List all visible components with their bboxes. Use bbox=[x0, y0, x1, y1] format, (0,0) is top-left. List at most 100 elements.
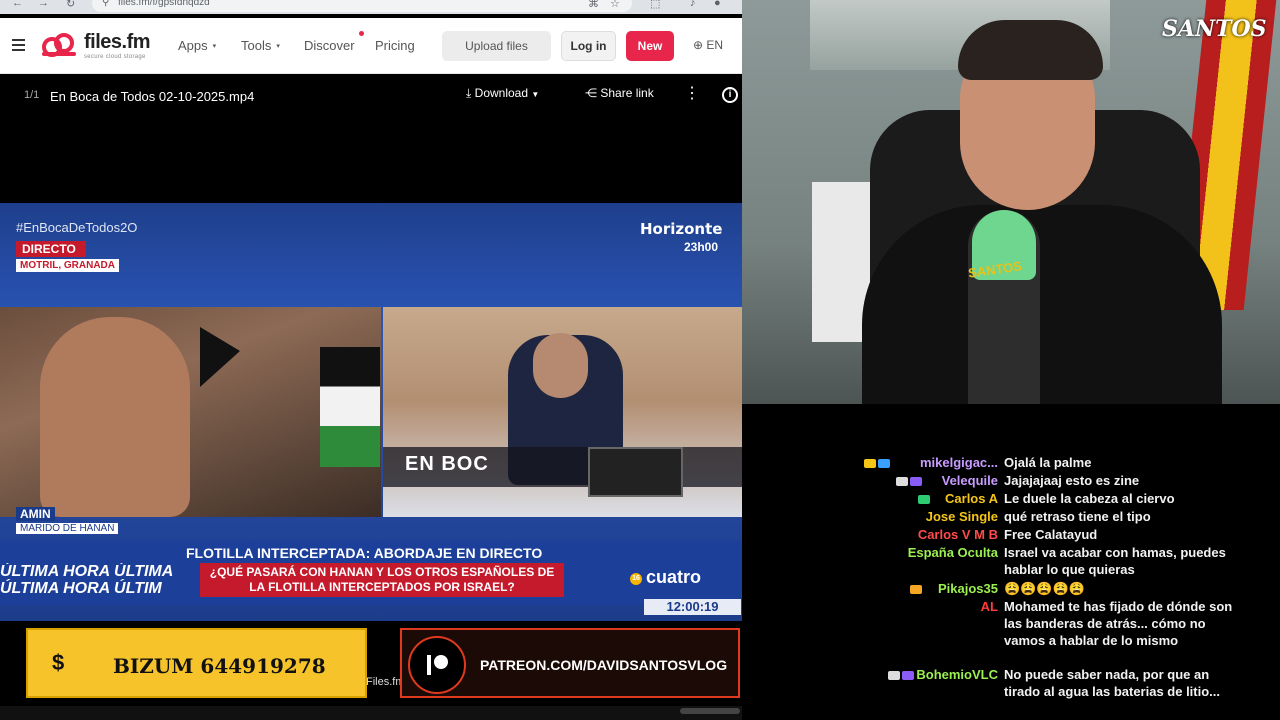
flag-shape bbox=[200, 327, 240, 387]
chat-badges bbox=[908, 583, 922, 600]
chat-username[interactable]: mikelgigac... bbox=[920, 454, 998, 471]
scrollbar-thumb[interactable] bbox=[680, 708, 740, 714]
forward-icon[interactable]: → bbox=[38, 0, 49, 9]
chat-text: 😩😩😩😩😩 bbox=[1004, 581, 1085, 596]
chat-text: Jajajajaaj esto es zine bbox=[1004, 473, 1140, 488]
download-button[interactable]: ⤓ Download ▼ bbox=[466, 86, 539, 101]
language-selector[interactable]: ⊕ EN bbox=[693, 38, 723, 52]
media-icon[interactable]: ♪ bbox=[690, 0, 696, 9]
files-fm-logo[interactable]: files.fm secure cloud storage bbox=[40, 31, 151, 62]
patreon-icon bbox=[408, 636, 466, 694]
dollar-icon: $ bbox=[52, 650, 65, 675]
notification-dot bbox=[359, 31, 364, 36]
laptop bbox=[588, 447, 683, 497]
chat-text: Mohamed te has fijado de dónde son las b… bbox=[1004, 599, 1236, 648]
user-badge-icon bbox=[902, 671, 914, 680]
file-name: En Boca de Todos 02-10-2025.mp4 bbox=[50, 89, 255, 104]
headline: FLOTILLA INTERCEPTADA: ABORDAJE EN DIREC… bbox=[186, 545, 543, 561]
more-options-icon[interactable]: ⋮ bbox=[684, 83, 700, 103]
chat-text: Le duele la cabeza al ciervo bbox=[1004, 491, 1175, 506]
files-watermark: Files.fm bbox=[366, 676, 405, 688]
menu-icon[interactable] bbox=[12, 39, 25, 51]
logo-tagline: secure cloud storage bbox=[84, 54, 146, 60]
chat-text: No puede saber nada, por que an tirado a… bbox=[1004, 667, 1221, 699]
user-badge-icon bbox=[910, 585, 922, 594]
guest-figure bbox=[40, 317, 190, 517]
browser-toolbar: ← → ↻ ⚲ files.fm/f/gpsfdnqdzd ⌘ ☆ ⬚ ♪ ● bbox=[0, 0, 742, 14]
channel-brand-logo: SANTOS bbox=[1162, 16, 1267, 42]
chat-username[interactable]: Pikajos35 bbox=[938, 580, 998, 597]
reporter-feed bbox=[0, 307, 381, 517]
extensions-icon[interactable]: ⬚ bbox=[650, 0, 660, 10]
share-icon: ⋲ bbox=[585, 86, 597, 100]
user-badge-icon bbox=[918, 495, 930, 504]
cloud-logo-icon bbox=[42, 33, 76, 57]
age-rating-badge: 16 bbox=[630, 573, 642, 585]
browser-window: ← → ↻ ⚲ files.fm/f/gpsfdnqdzd ⌘ ☆ ⬚ ♪ ● … bbox=[0, 0, 742, 720]
guest-role: MARIDO DE HANAN bbox=[16, 523, 119, 534]
logo-name: files.fm bbox=[84, 31, 151, 53]
lower-third: ÚLTIMA HORA ÚLTIMA ÚLTIMA HORA ÚLTIM FLO… bbox=[0, 541, 742, 605]
chat-username[interactable]: Velequile bbox=[942, 472, 998, 489]
streamer-hair bbox=[958, 20, 1103, 80]
broadcast-location: MOTRIL, GRANADA bbox=[16, 259, 119, 272]
nav-tools[interactable]: Tools ▾ bbox=[241, 38, 280, 53]
new-button[interactable]: New bbox=[626, 31, 674, 61]
file-toolbar: 1/1 En Boca de Todos 02-10-2025.mp4 ⤓ Do… bbox=[0, 74, 742, 119]
user-badge-icon bbox=[896, 477, 908, 486]
bookmark-star-icon[interactable]: ☆ bbox=[610, 0, 620, 10]
breaking-ticker: ÚLTIMA HORA ÚLTIMA ÚLTIMA HORA ÚLTIM bbox=[0, 563, 174, 597]
nav-pricing[interactable]: Pricing bbox=[375, 38, 415, 53]
profile-avatar[interactable]: ● bbox=[714, 0, 721, 9]
chat-username[interactable]: BohemioVLC bbox=[916, 666, 998, 683]
patreon-text: PATREON.COM/DAVIDSANTOSVLOG bbox=[480, 657, 728, 673]
chat-text: Free Calatayud bbox=[1004, 527, 1098, 542]
chat-username[interactable]: Jose Single bbox=[926, 508, 998, 525]
user-badge-icon bbox=[910, 477, 922, 486]
chat-username[interactable]: AL bbox=[981, 598, 998, 615]
back-icon[interactable]: ← bbox=[12, 0, 23, 9]
studio-set-text: EN BOC bbox=[405, 453, 489, 475]
video-player[interactable]: #EnBocaDeTodos2O DIRECTO MOTRIL, GRANADA… bbox=[0, 203, 742, 621]
subheadline: ¿QUÉ PASARÁ CON HANAN Y LOS OTROS ESPAÑO… bbox=[200, 563, 564, 597]
chat-username[interactable]: Carlos A bbox=[945, 490, 998, 507]
chat-username[interactable]: Carlos V M B bbox=[918, 526, 998, 543]
chat-text: qué retraso tiene el tipo bbox=[1004, 509, 1151, 524]
broadcast-hashtag: #EnBocaDeTodos2O bbox=[16, 220, 138, 235]
chat-badges bbox=[894, 475, 922, 492]
download-icon: ⤓ bbox=[466, 86, 472, 100]
file-counter: 1/1 bbox=[24, 89, 40, 101]
address-bar[interactable]: ⚲ files.fm/f/gpsfdnqdzd bbox=[92, 0, 632, 12]
nav-discover[interactable]: Discover bbox=[304, 38, 355, 53]
user-badge-icon bbox=[864, 459, 876, 468]
chat-text: Ojalá la palme bbox=[1004, 455, 1092, 470]
user-badge-icon bbox=[878, 459, 890, 468]
chat-badges bbox=[886, 669, 914, 686]
chat-text: Israel va acabar con hamas, puedes habla… bbox=[1004, 545, 1230, 577]
broadcast-clock: 12:00:19 bbox=[644, 599, 741, 615]
channel-logo: 16 cuatro bbox=[630, 567, 701, 588]
bizum-text: BIZUM 644919278 bbox=[113, 654, 326, 678]
login-button[interactable]: Log in bbox=[561, 31, 616, 61]
nav-apps[interactable]: Apps ▾ bbox=[178, 38, 216, 53]
upnext-title: Horizonte bbox=[640, 220, 723, 238]
reload-icon[interactable]: ↻ bbox=[66, 0, 75, 10]
chevron-down-icon: ▾ bbox=[276, 43, 280, 50]
flag-shape bbox=[320, 347, 380, 467]
live-badge: DIRECTO bbox=[16, 241, 86, 257]
globe-icon: ⊕ bbox=[693, 38, 704, 52]
address-url: files.fm/f/gpsfdnqdzd bbox=[118, 0, 210, 8]
site-info-icon[interactable]: ⚲ bbox=[102, 0, 109, 12]
upnext-time: 23h00 bbox=[684, 240, 719, 254]
info-icon[interactable]: i bbox=[722, 87, 738, 103]
bizum-banner: $ BIZUM 644919278 bbox=[26, 628, 367, 698]
chevron-down-icon: ▼ bbox=[531, 90, 540, 99]
share-link-button[interactable]: ⋲ Share link bbox=[585, 86, 654, 100]
chat-panel: mikelgigac... Ojalá la palme Velequile Jaja… bbox=[742, 404, 1280, 720]
translate-icon[interactable]: ⌘ bbox=[588, 0, 599, 10]
upload-files-button[interactable]: Upload files bbox=[442, 31, 551, 61]
horizontal-scrollbar[interactable] bbox=[0, 706, 742, 720]
presenter-head bbox=[533, 333, 588, 398]
site-header: files.fm secure cloud storage Apps ▾ Tool… bbox=[0, 18, 742, 74]
chat-username[interactable]: España Oculta bbox=[908, 544, 998, 561]
